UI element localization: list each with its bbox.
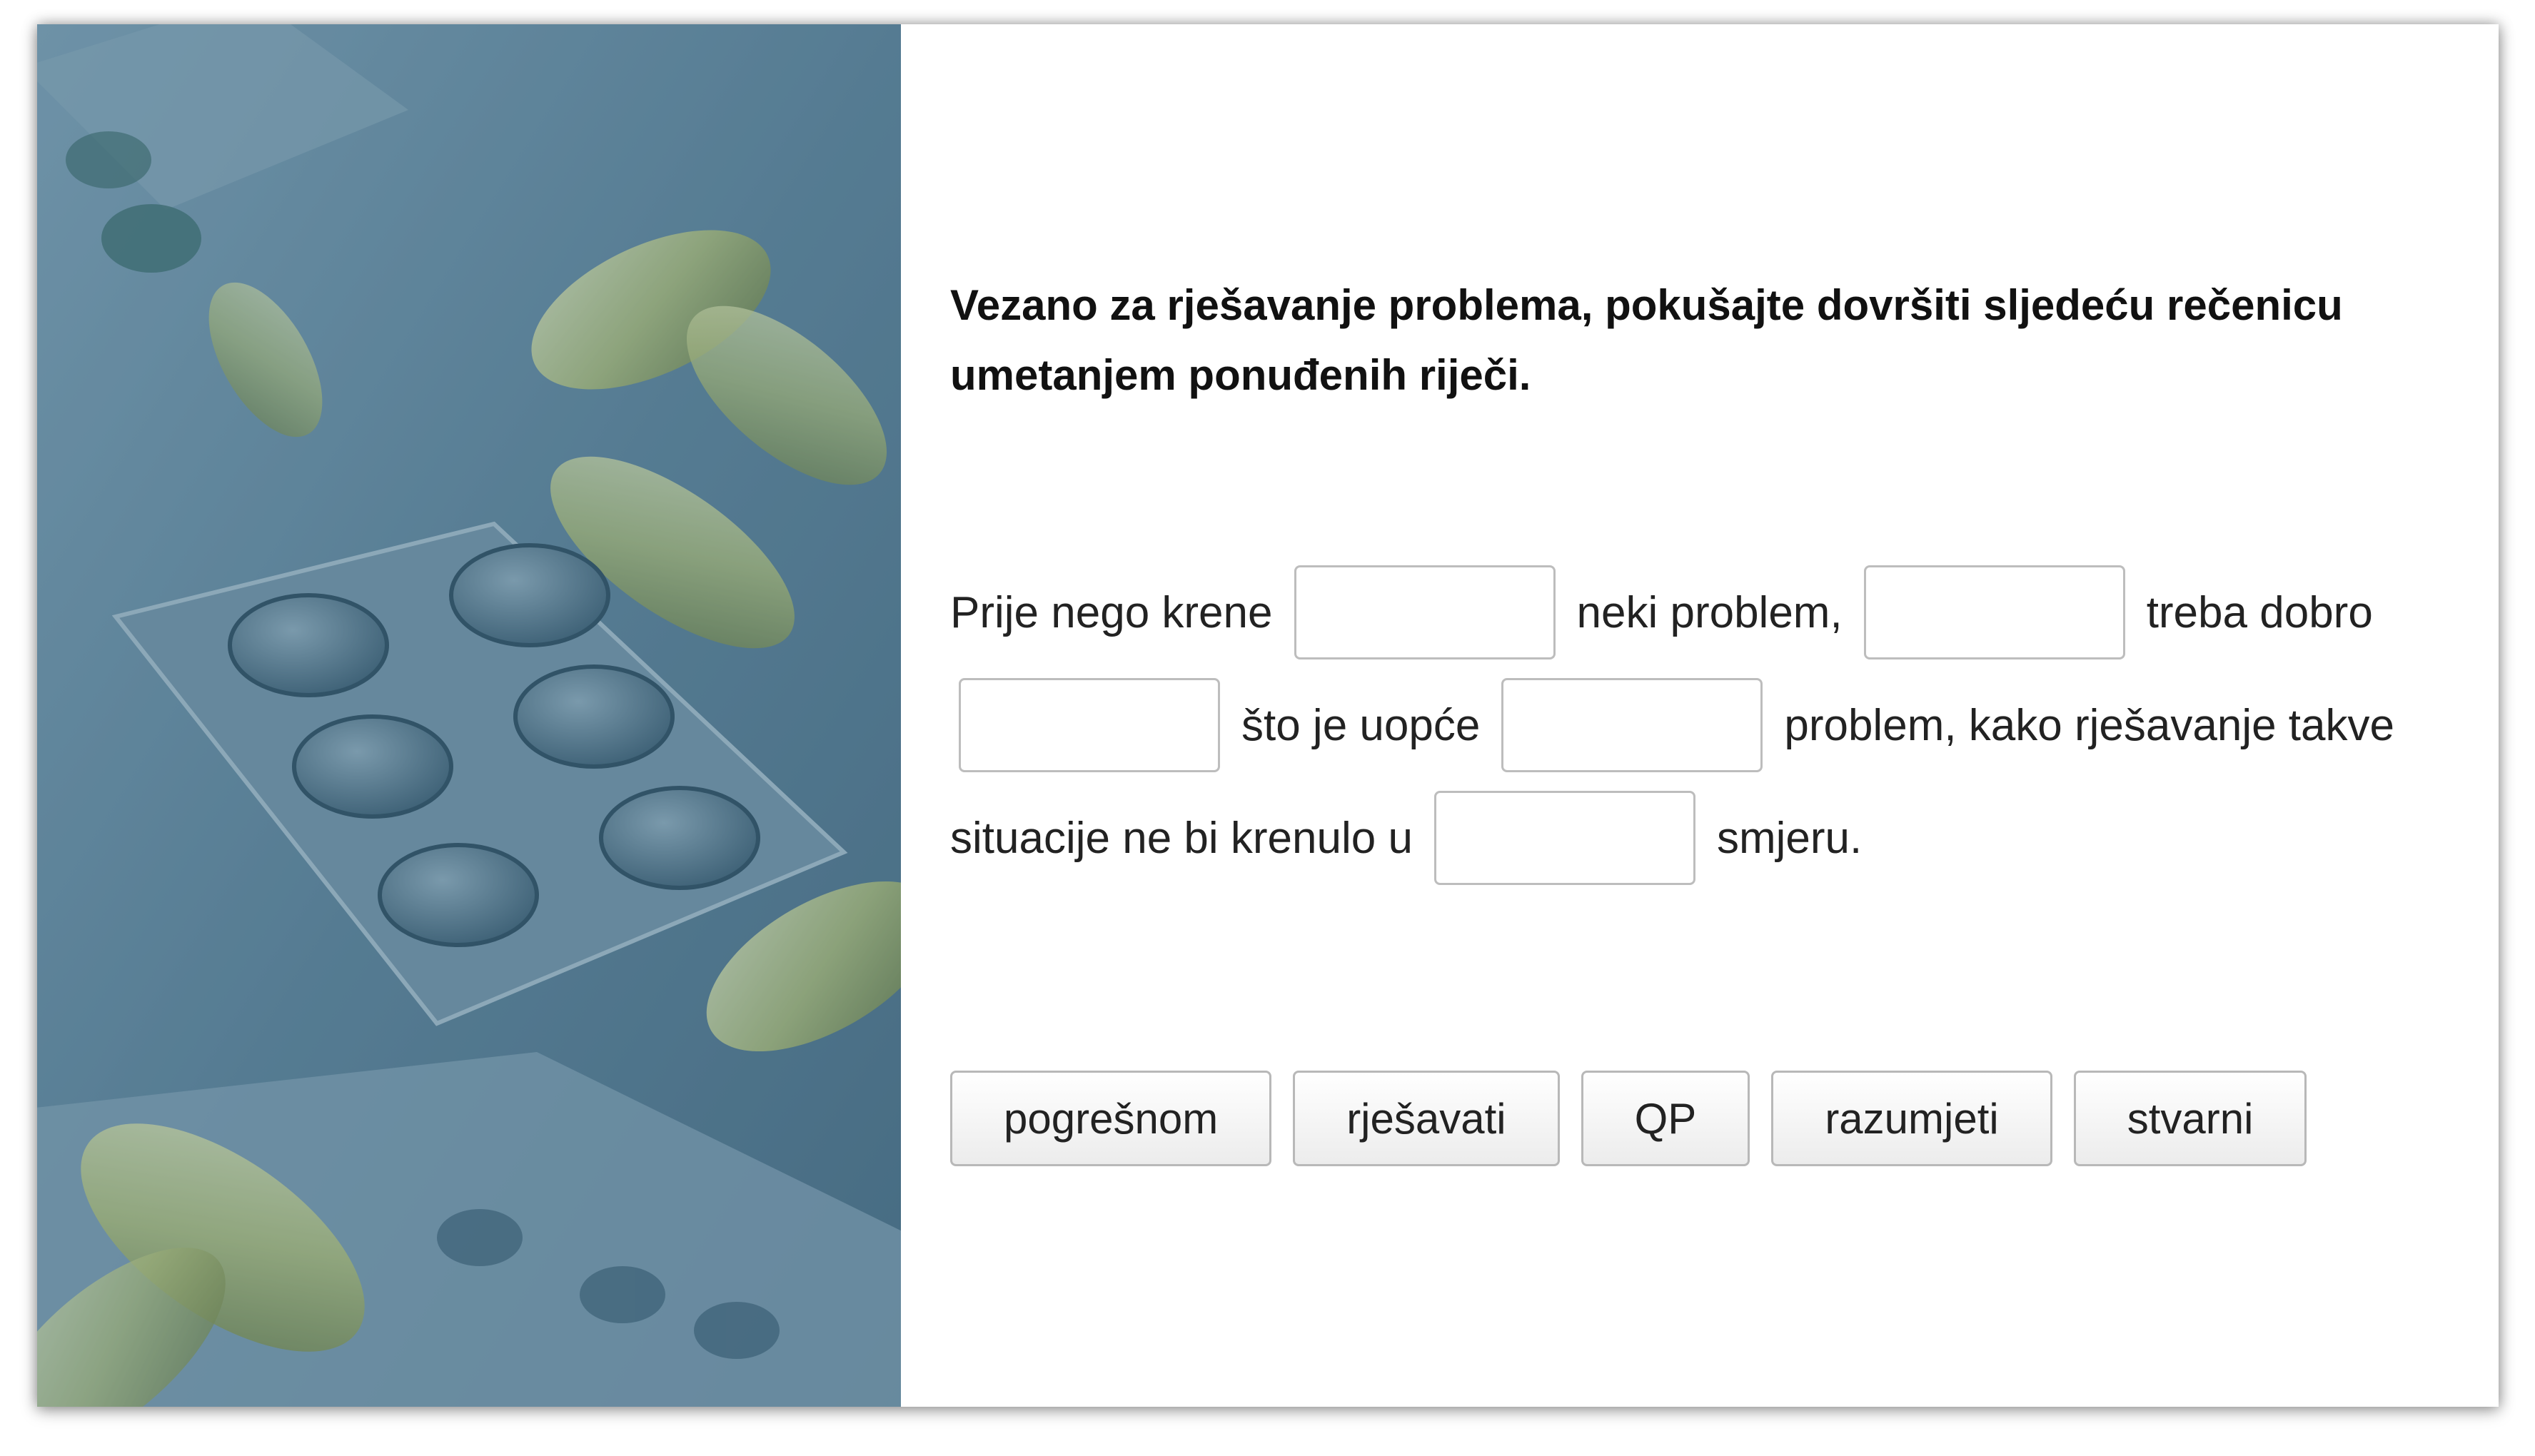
fill-in-sentence: Prije nego krene neki problem, treba dob… — [950, 556, 2464, 894]
blank-drop-zone-5[interactable] — [1433, 791, 1695, 885]
blank-drop-zone-2[interactable] — [1863, 565, 2125, 659]
word-chip-pogresnom[interactable]: pogrešnom — [950, 1071, 1272, 1166]
quiz-card: Vezano za rješavanje problema, pokušajte… — [37, 24, 2499, 1407]
sentence-text: Prije nego krene — [950, 587, 1273, 637]
word-chip-stvarni[interactable]: stvarni — [2073, 1071, 2307, 1166]
sentence-line-3: situacije ne bi krenulo u smjeru. — [950, 782, 2464, 894]
word-chip-rjesavati[interactable]: rješavati — [1293, 1071, 1560, 1166]
blank-drop-zone-3[interactable] — [959, 678, 1220, 772]
sentence-text: problem, kako rješavanje takve — [1784, 700, 2394, 750]
word-chip-qp[interactable]: QP — [1581, 1071, 1750, 1166]
sentence-line-1: Prije nego krene neki problem, treba dob… — [950, 556, 2464, 669]
sentence-line-2: što je uopće problem, kako rješavanje ta… — [950, 669, 2464, 782]
blank-drop-zone-4[interactable] — [1501, 678, 1763, 772]
blank-drop-zone-1[interactable] — [1294, 565, 1556, 659]
word-chip-razumjeti[interactable]: razumjeti — [1771, 1071, 2052, 1166]
sentence-text: treba dobro — [2146, 587, 2373, 637]
sentence-text: situacije ne bi krenulo u — [950, 813, 1413, 863]
sentence-text: što je uopće — [1241, 700, 1481, 750]
sentence-text: smjeru. — [1716, 813, 1863, 863]
question-instruction: Vezano za rješavanje problema, pokušajte… — [950, 281, 2343, 399]
question-panel: Vezano za rješavanje problema, pokušajte… — [950, 24, 2499, 1407]
sentence-text: neki problem, — [1576, 587, 1843, 637]
word-bank: pogrešnom rješavati QP razumjeti stvarni — [950, 1071, 2307, 1166]
pills-photo — [37, 24, 901, 1407]
